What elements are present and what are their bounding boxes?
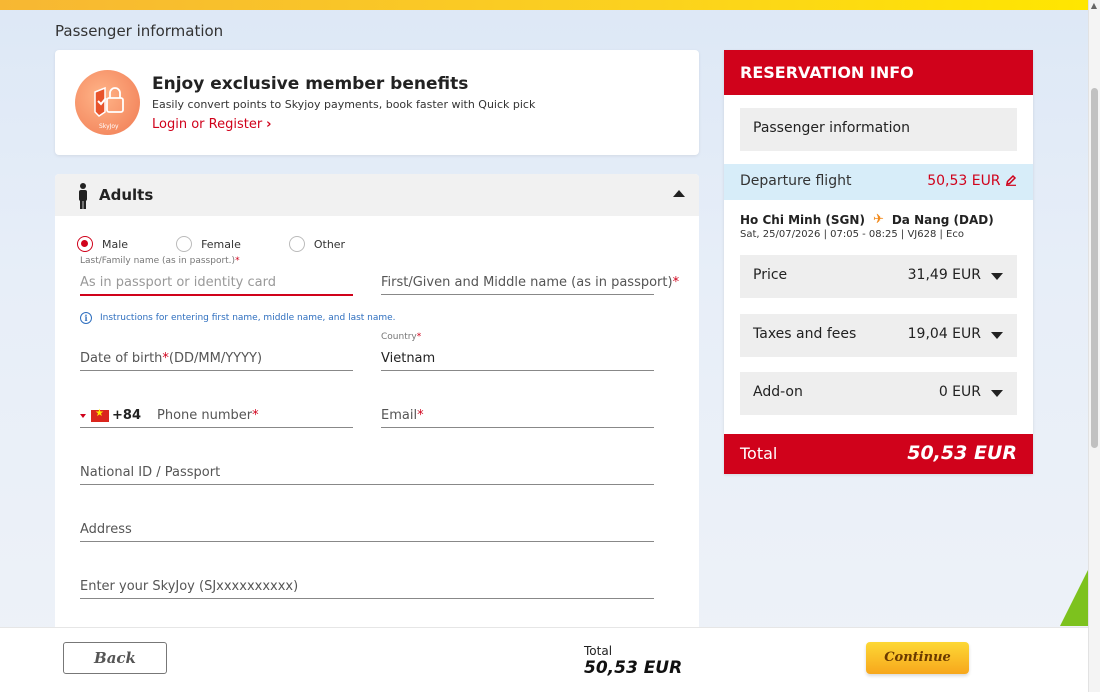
phone-number-input[interactable]: Phone number* (157, 408, 259, 423)
add-on-row[interactable]: Add-on 0 EUR (740, 372, 1017, 415)
reservation-total-amount: 50,53 EUR (907, 442, 1017, 464)
last-name-label: Last/Family name (as in passport.)* (80, 256, 240, 266)
departure-flight-row: Departure flight 50,53 EUR (724, 164, 1033, 200)
member-benefits-card: SkyJoy Enjoy exclusive member benefits E… (55, 50, 699, 155)
taxes-fees-label: Taxes and fees (753, 326, 857, 342)
scrollbar-thumb[interactable] (1091, 88, 1098, 448)
origin-airport: Ho Chi Minh (SGN) (740, 212, 865, 227)
price-label: Price (753, 267, 788, 283)
reservation-info-title: RESERVATION INFO (724, 50, 1033, 95)
skyjoy-placeholder: Enter your SkyJoy (SJxxxxxxxxxx) (80, 579, 299, 594)
email-placeholder: Email* (381, 408, 424, 423)
destination-airport: Da Nang (DAD) (891, 212, 994, 227)
radio-checked-icon (77, 236, 93, 252)
first-name-placeholder: First/Given and Middle name (as in passp… (381, 275, 680, 290)
gender-label-female: Female (201, 237, 241, 251)
flight-details: Sat, 25/07/2026 | 07:05 - 08:25 | VJ628 … (740, 229, 964, 240)
caret-down-icon (80, 413, 86, 418)
dropdown-arrow-icon (991, 332, 1003, 339)
address-placeholder: Address (80, 522, 132, 537)
dropdown-arrow-icon (991, 390, 1003, 397)
add-on-label: Add-on (753, 384, 803, 400)
taxes-fees-value: 19,04 EUR (907, 326, 981, 342)
country-label: Country* (381, 332, 422, 342)
country-code-select[interactable]: +84 (80, 408, 141, 423)
price-row[interactable]: Price 31,49 EUR (740, 255, 1017, 298)
member-benefits-subtitle: Easily convert points to Skyjoy payments… (152, 98, 536, 111)
top-brand-bar (0, 0, 1088, 10)
member-benefits-title: Enjoy exclusive member benefits (152, 74, 469, 94)
gender-radio-female[interactable]: Female (176, 236, 241, 252)
skyjoy-badge-icon: SkyJoy (75, 70, 140, 135)
gender-radio-group: Male Female Other (77, 236, 393, 252)
skyjoy-id-input[interactable]: Enter your SkyJoy (SJxxxxxxxxxx) (80, 576, 654, 599)
login-register-label: Login or Register (152, 117, 263, 132)
footer-total-label: Total (584, 644, 613, 658)
svg-text:SkyJoy: SkyJoy (99, 123, 119, 130)
reservation-total-label: Total (740, 444, 778, 463)
collapse-arrow-icon[interactable] (673, 190, 685, 197)
edit-pencil-icon[interactable] (1005, 174, 1017, 186)
decorative-corner (1060, 570, 1088, 626)
dropdown-arrow-icon (991, 273, 1003, 280)
footer-bar: Back Total 50,53 EUR Continue (0, 627, 1088, 692)
radio-unchecked-icon (176, 236, 193, 252)
name-instructions-text: Instructions for entering first name, mi… (100, 313, 396, 323)
flight-route: Ho Chi Minh (SGN) ✈ Da Nang (DAD) (740, 212, 994, 227)
country-value: Vietnam (381, 351, 436, 366)
address-input[interactable]: Address (80, 519, 654, 542)
adults-section-header[interactable]: Adults (55, 174, 699, 216)
country-select[interactable]: Country* Vietnam (381, 332, 654, 371)
dob-placeholder: Date of birth*(DD/MM/YYYY) (80, 351, 263, 366)
page-scrollbar[interactable]: ▲ (1088, 0, 1100, 692)
departure-flight-label: Departure flight (740, 173, 852, 189)
add-on-value: 0 EUR (938, 384, 981, 400)
reservation-passenger-info: Passenger information (740, 108, 1017, 151)
price-value: 31,49 EUR (907, 267, 981, 283)
name-instructions-link[interactable]: i Instructions for entering first name, … (80, 312, 396, 324)
gender-label-other: Other (313, 237, 346, 251)
date-of-birth-input[interactable]: Date of birth*(DD/MM/YYYY) (80, 348, 353, 371)
radio-unchecked-icon (288, 236, 305, 252)
continue-button[interactable]: Continue (866, 642, 969, 674)
departure-flight-amount[interactable]: 50,53 EUR (927, 173, 1017, 189)
adult-passenger-form: Adults Male Female Other Last/Family nam… (55, 174, 699, 634)
taxes-fees-row[interactable]: Taxes and fees 19,04 EUR (740, 314, 1017, 357)
reservation-total-row: Total 50,53 EUR (724, 434, 1033, 474)
person-icon (79, 183, 87, 209)
phone-field: +84 Phone number* (80, 405, 353, 428)
gender-label-male: Male (102, 237, 129, 251)
info-icon: i (80, 312, 92, 324)
last-name-input[interactable]: Last/Family name (as in passport.)* As i… (80, 256, 353, 296)
gender-radio-male[interactable]: Male (77, 236, 128, 252)
adults-title: Adults (99, 186, 154, 204)
back-button[interactable]: Back (63, 642, 167, 674)
first-name-input[interactable]: First/Given and Middle name (as in passp… (381, 272, 679, 295)
chevron-right-icon: › (266, 117, 272, 132)
login-register-link[interactable]: Login or Register › (152, 117, 272, 132)
airplane-icon: ✈ (872, 212, 884, 227)
scroll-up-icon[interactable]: ▲ (1090, 2, 1098, 10)
email-input[interactable]: Email* (381, 405, 654, 428)
national-id-placeholder: National ID / Passport (80, 465, 221, 480)
last-name-placeholder: As in passport or identity card (80, 275, 276, 290)
gender-radio-other[interactable]: Other (288, 236, 346, 252)
footer-total-amount: 50,53 EUR (584, 658, 683, 678)
page-title: Passenger information (55, 22, 224, 40)
reservation-info-panel: RESERVATION INFO Passenger information D… (724, 50, 1033, 474)
national-id-input[interactable]: National ID / Passport (80, 462, 654, 485)
phone-country-code: +84 (112, 408, 141, 423)
vietnam-flag-icon (91, 408, 109, 422)
